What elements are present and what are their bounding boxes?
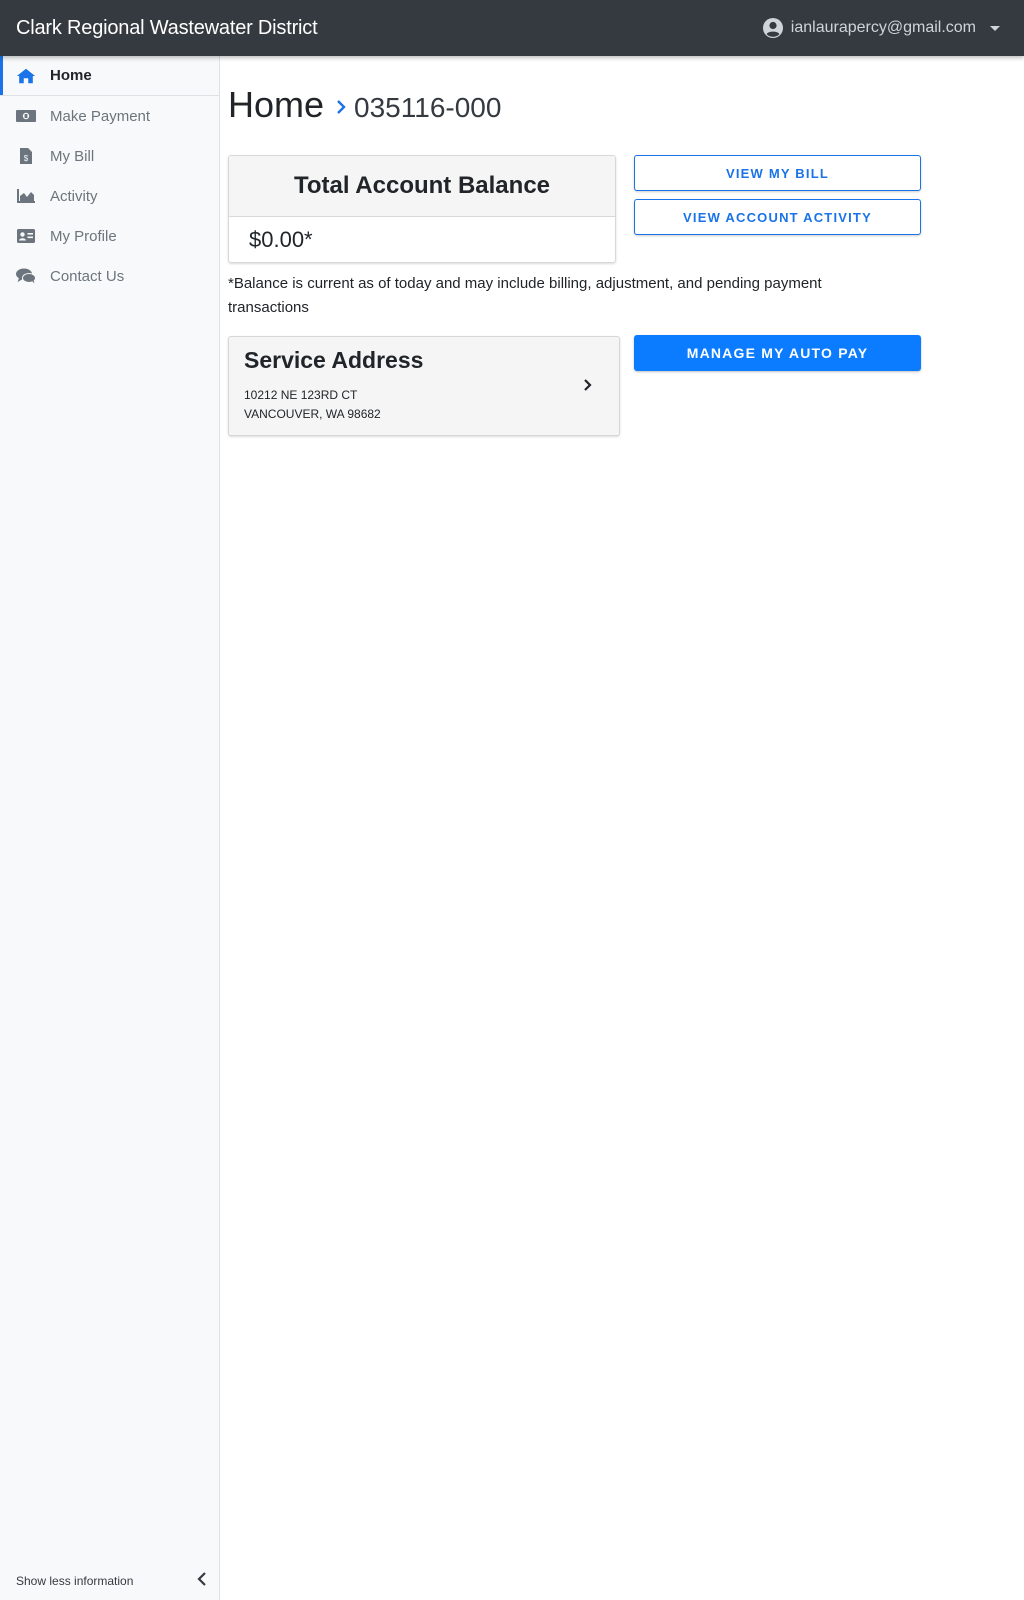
home-icon [16, 67, 36, 85]
breadcrumb-account-number: 035116-000 [354, 92, 502, 123]
app-title[interactable]: Clark Regional Wastewater District [16, 17, 318, 40]
chat-icon [16, 267, 36, 285]
chevron-left-icon [197, 1571, 207, 1590]
view-account-activity-button[interactable]: VIEW ACCOUNT ACTIVITY [634, 199, 921, 235]
sidebar-item-my-profile[interactable]: My Profile [0, 216, 219, 256]
user-circle-icon [762, 18, 783, 38]
main-content: Home 035116-000 Total Account Balance $0… [228, 56, 1024, 436]
breadcrumb: Home 035116-000 [228, 84, 1024, 126]
breadcrumb-home[interactable]: Home [228, 84, 324, 126]
manage-auto-pay-button[interactable]: MANAGE MY AUTO PAY [634, 335, 921, 371]
sidebar: Home Make Payment $ My Bill Activity My … [0, 56, 220, 1600]
chevron-right-icon [583, 377, 593, 398]
sidebar-item-contact-us[interactable]: Contact Us [0, 256, 219, 296]
chevron-right-icon [336, 95, 346, 121]
sidebar-item-make-payment[interactable]: Make Payment [0, 96, 219, 136]
service-address-card[interactable]: Service Address 10212 NE 123RD CT VANCOU… [228, 336, 620, 436]
service-address-line2: VANCOUVER, WA 98682 [244, 407, 381, 421]
sidebar-item-label: Home [50, 67, 92, 84]
sidebar-item-activity[interactable]: Activity [0, 176, 219, 216]
balance-card-title: Total Account Balance [229, 156, 615, 217]
bill-icon: $ [16, 147, 36, 165]
sidebar-item-label: My Profile [50, 227, 117, 245]
sidebar-item-label: Activity [50, 187, 98, 205]
user-menu-dropdown[interactable]: ianlaurapercy@gmail.com [762, 18, 1000, 38]
user-email: ianlaurapercy@gmail.com [790, 19, 976, 36]
area-chart-icon [16, 187, 36, 205]
balance-card: Total Account Balance $0.00* [228, 155, 616, 263]
service-address-line1: 10212 NE 123RD CT [244, 388, 358, 402]
service-address-title: Service Address [244, 347, 424, 373]
chevron-down-icon [990, 25, 1000, 31]
balance-note: *Balance is current as of today and may … [228, 275, 822, 316]
sidebar-item-my-bill[interactable]: $ My Bill [0, 136, 219, 176]
collapse-sidebar-toggle[interactable]: Show less information [0, 1571, 219, 1590]
sidebar-item-label: Make Payment [50, 107, 151, 125]
sidebar-item-label: My Bill [50, 147, 95, 165]
svg-text:$: $ [24, 154, 29, 163]
top-navbar: Clark Regional Wastewater District ianla… [0, 0, 1024, 56]
sidebar-item-home[interactable]: Home [0, 56, 219, 96]
balance-amount: $0.00* [249, 227, 313, 252]
sidebar-footer-label: Show less information [16, 1573, 134, 1588]
id-card-icon [16, 227, 36, 245]
view-my-bill-button[interactable]: VIEW MY BILL [634, 155, 921, 191]
money-icon [16, 107, 36, 125]
sidebar-item-label: Contact Us [50, 267, 125, 285]
